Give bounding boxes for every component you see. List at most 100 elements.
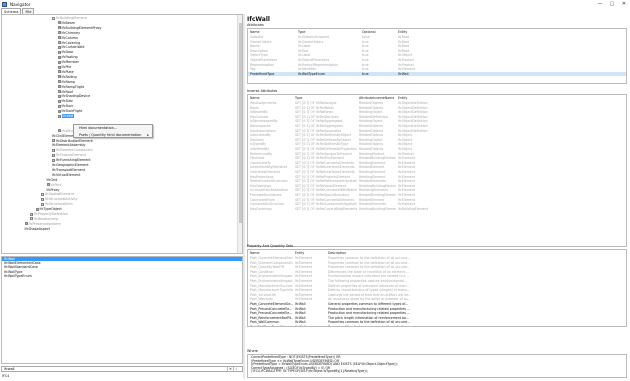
expand-toggle-icon[interactable]: + xyxy=(41,192,44,196)
tree-item[interactable]: IfcTransportElement xyxy=(52,168,85,172)
expand-toggle-icon[interactable]: + xyxy=(57,26,61,30)
column-header[interactable]: Type xyxy=(298,30,360,34)
tree-item[interactable]: +IfcRampFlight xyxy=(57,85,84,89)
search-results-list[interactable]: IfcWall IfcWallElementedCase IfcWallStanda… xyxy=(1,256,243,364)
expand-toggle-icon[interactable]: + xyxy=(52,153,55,157)
tree-item[interactable]: - IfcBuildingElement xyxy=(52,16,87,20)
tree-item[interactable]: + IfcWall xyxy=(57,114,75,118)
expand-toggle-icon[interactable]: + xyxy=(57,99,61,103)
attributes-grid[interactable]: Name Type Optional Entity GlobalId IfcGloball… xyxy=(247,28,627,84)
tree-item[interactable]: +IfcSlab xyxy=(57,99,73,103)
column-header[interactable]: Entity xyxy=(398,30,626,34)
tree-item[interactable]: +IfcPile xyxy=(57,65,71,69)
result-item[interactable]: IfcWallTypeEnum xyxy=(2,274,242,278)
tree-item[interactable]: IfcVirtualElement xyxy=(52,173,80,177)
maximize-button[interactable]: ▢ xyxy=(606,0,618,8)
column-header[interactable]: Name xyxy=(250,251,293,255)
tree-item[interactable]: +IfcBeam xyxy=(57,21,75,25)
tree-item[interactable]: +IfcDoor xyxy=(57,50,73,54)
expand-toggle-icon[interactable]: + xyxy=(41,202,44,206)
expand-toggle-icon[interactable]: + xyxy=(57,70,61,74)
expand-toggle-icon[interactable]: + xyxy=(57,80,61,84)
tree-item[interactable]: +IfcElementComponent xyxy=(52,148,93,152)
minimize-button[interactable]: — xyxy=(594,0,606,8)
expand-toggle-icon[interactable]: + xyxy=(57,104,61,108)
expand-toggle-icon[interactable]: + xyxy=(57,129,61,133)
tree-item[interactable]: +IfcStructuralItem xyxy=(41,202,73,206)
expand-toggle-icon[interactable]: + xyxy=(57,65,61,69)
expand-toggle-icon[interactable]: + xyxy=(57,55,61,59)
tree-item[interactable]: +IfcStair xyxy=(57,104,73,108)
tree-item[interactable]: +IfcPlate xyxy=(57,70,74,74)
column-header[interactable]: Description xyxy=(328,251,626,255)
tree-item[interactable]: +IfcBuildingElementProxy xyxy=(57,26,102,30)
column-header[interactable]: Optional xyxy=(362,30,396,34)
tree-item[interactable]: +IfcRailing xyxy=(57,75,77,79)
expand-toggle-icon[interactable]: + xyxy=(57,36,61,40)
psets-grid[interactable]: Name Entity Description Pset_ConcreteElemen… xyxy=(247,249,627,327)
expand-toggle-icon[interactable]: + xyxy=(30,212,33,216)
grid-row[interactable]: PredefinedType IfcWallTypeEnum true IfcWall xyxy=(248,71,626,77)
expand-toggle-icon[interactable]: + xyxy=(35,207,39,211)
close-button[interactable]: ✕ xyxy=(618,0,630,8)
tree-item-label: IfcProxy xyxy=(46,187,60,192)
search-icon[interactable]: ⌕ xyxy=(233,366,239,372)
expand-toggle-icon[interactable]: + xyxy=(57,31,61,35)
expand-toggle-icon[interactable]: + xyxy=(52,158,55,162)
tree-item[interactable]: +IfcStructuralActivity xyxy=(41,197,78,201)
menu-item-pset-documentation[interactable]: Psets / Quantity html documentation ▸ xyxy=(74,132,152,139)
expand-toggle-icon[interactable]: + xyxy=(24,222,28,226)
expand-toggle-icon[interactable]: + xyxy=(57,94,61,98)
expand-toggle-icon[interactable]: + xyxy=(57,50,61,54)
tree-item[interactable]: +IfcChimney xyxy=(57,31,80,35)
grid-cell: PredefinedType xyxy=(250,71,275,76)
grid-header: Name Entity Description xyxy=(248,251,626,255)
tree-item[interactable]: +IfcFooting xyxy=(57,55,78,59)
column-header[interactable]: Entity xyxy=(398,96,626,100)
tree-item[interactable]: IfcGeographicElement xyxy=(52,163,89,167)
expand-toggle-icon[interactable]: + xyxy=(57,90,61,93)
expand-toggle-icon[interactable]: + xyxy=(46,183,50,187)
column-header[interactable]: AttributeInverseName xyxy=(359,96,396,100)
tree-item[interactable]: +IfcStairFlight xyxy=(57,109,82,113)
tree-item[interactable]: +IfcPropertyDefinition xyxy=(30,212,68,216)
column-header[interactable]: Type xyxy=(295,96,357,100)
tree-item[interactable]: +IfcTypeObject xyxy=(35,207,62,211)
grid-row[interactable]: HasCoverings SET [0:?] OF IfcRelCoversBld… xyxy=(248,207,626,211)
expand-toggle-icon[interactable]: + xyxy=(52,139,55,142)
tree-item[interactable]: +IfcFeatureElement xyxy=(52,153,86,157)
tree-item[interactable]: +IfcMember xyxy=(57,60,79,64)
expand-toggle-icon[interactable]: + xyxy=(57,45,61,49)
expand-toggle-icon[interactable]: + xyxy=(57,75,61,79)
expand-toggle-icon[interactable]: + xyxy=(57,60,61,64)
tree-item-label: IfcRelationship xyxy=(34,216,59,221)
scroll-thumb[interactable] xyxy=(239,23,242,223)
expand-toggle-icon[interactable]: + xyxy=(41,197,44,201)
grid-cell: true xyxy=(362,71,369,76)
expand-toggle-icon[interactable]: - xyxy=(52,16,55,20)
column-header[interactable]: Name xyxy=(250,30,296,34)
search-input[interactable] xyxy=(2,366,227,372)
tree-item[interactable]: +IfcFurnishingElement xyxy=(52,158,91,162)
column-header[interactable]: Name xyxy=(250,96,293,100)
tree-item[interactable]: +IfcPresentationItem xyxy=(24,222,61,226)
expand-toggle-icon[interactable]: + xyxy=(57,109,61,113)
tree-item[interactable]: +IfcRamp xyxy=(57,80,75,84)
inverse-grid[interactable]: Name Type AttributeInverseName Entity HasAss… xyxy=(247,94,627,247)
grid-row[interactable]: Qto_WallBaseQuantities IfcWall Base quanti… xyxy=(248,325,626,327)
tree-item[interactable]: +IfcColumn xyxy=(57,36,78,40)
grid-cell: Base quantities that are common to the d… xyxy=(328,325,411,327)
expand-toggle-icon[interactable]: + xyxy=(52,148,55,152)
tree-scrollbar[interactable] xyxy=(237,15,242,253)
tree-item[interactable]: +IfcDistributionElement xyxy=(52,139,93,143)
expand-toggle-icon[interactable]: + xyxy=(57,114,61,118)
tree-item[interactable]: +IfcPort xyxy=(46,183,61,187)
expand-toggle-icon[interactable]: + xyxy=(30,217,33,221)
tree-item[interactable]: IfcGrid xyxy=(47,178,58,182)
expand-toggle-icon[interactable]: + xyxy=(57,41,61,44)
expand-toggle-icon[interactable]: + xyxy=(57,21,61,25)
tree-item[interactable]: +IfcRelationship xyxy=(30,217,58,221)
expand-toggle-icon[interactable]: + xyxy=(57,85,61,89)
tree-item[interactable]: IfcShapeAspect xyxy=(25,227,50,231)
column-header[interactable]: Entity xyxy=(295,251,326,255)
